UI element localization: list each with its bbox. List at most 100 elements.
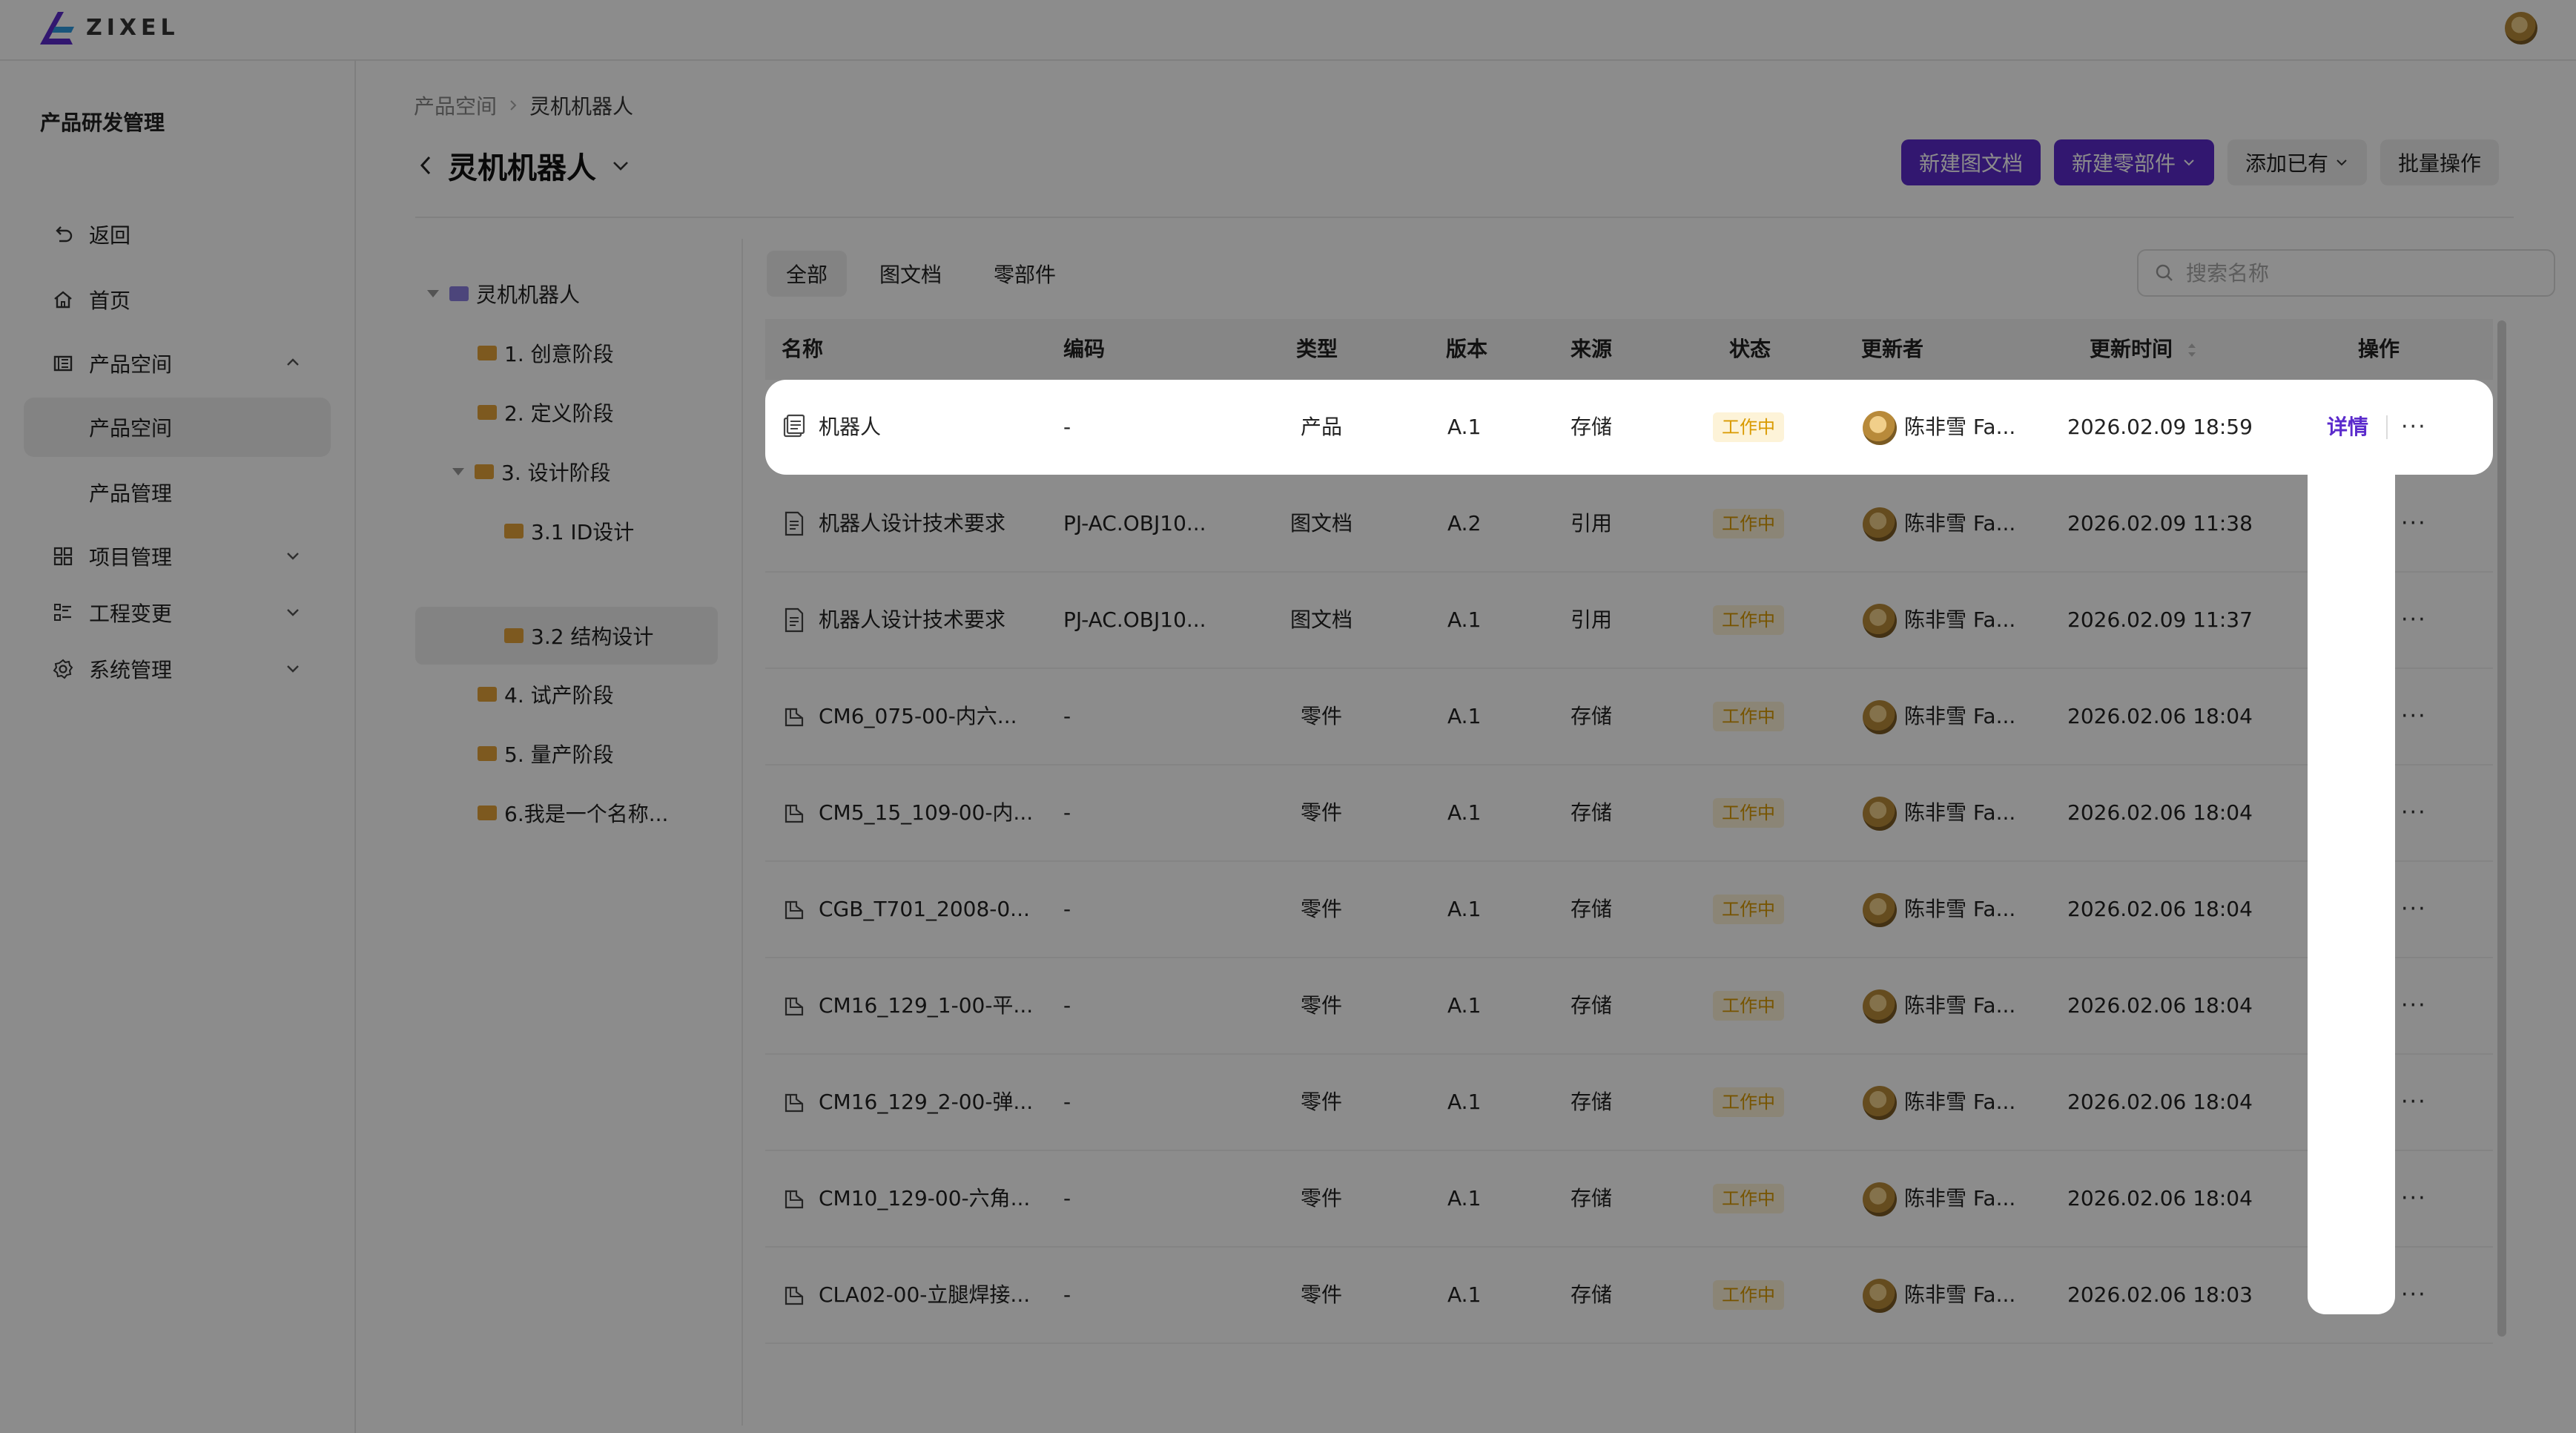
cell-time: 2026.02.06 18:04 bbox=[2067, 704, 2253, 728]
more-actions-icon[interactable]: ··· bbox=[2401, 1055, 2427, 1150]
sidebar-subitem-product-space[interactable]: 产品空间 bbox=[24, 398, 331, 457]
new-document-button[interactable]: 新建图文档 bbox=[1900, 139, 2041, 185]
column-header-time[interactable]: 更新时间 bbox=[2090, 319, 2199, 380]
chevron-down-icon[interactable] bbox=[283, 659, 303, 678]
tree-node-root[interactable]: 灵机机器人 bbox=[415, 270, 739, 317]
table-scrollbar[interactable] bbox=[2497, 320, 2506, 1337]
part-icon bbox=[782, 1185, 807, 1212]
sidebar-item-system-management[interactable]: 系统管理 bbox=[24, 639, 331, 699]
cell-name[interactable]: CLA02-00-立腿焊接... bbox=[819, 1248, 1030, 1343]
new-part-button[interactable]: 新建零部件 bbox=[2053, 139, 2214, 185]
tree-node[interactable]: 3.1 ID设计 bbox=[415, 507, 634, 555]
cell-name[interactable]: CGB_T701_2008-0... bbox=[819, 862, 1030, 957]
more-actions-icon[interactable]: ··· bbox=[2401, 958, 2427, 1053]
user-avatar[interactable] bbox=[2505, 12, 2537, 45]
chevron-down-icon[interactable] bbox=[283, 546, 303, 565]
status-badge: 工作中 bbox=[1713, 702, 1784, 731]
cell-name[interactable]: CM6_075-00-内六... bbox=[819, 669, 1017, 764]
filter-tabs: 全部 图文档 零部件 bbox=[767, 251, 1075, 297]
table-row[interactable]: 机器人设计技术要求 PJ-AC.OBJ10... 图文档 A.2 引用 工作中 陈非雪 Fa… bbox=[765, 476, 2493, 573]
chevron-up-icon[interactable] bbox=[283, 353, 303, 372]
header-actions: 新建图文档 新建零部件 添加已有 批量操作 bbox=[1900, 139, 2499, 185]
table-row[interactable]: CGB_T701_2008-0... - 零件 A.1 存储 工作中 陈非雪 Fa... 20… bbox=[765, 862, 2493, 958]
table-header: 名称 编码 类型 版本 来源 状态 更新者 更新时间 操作 bbox=[765, 319, 2493, 380]
batch-operation-button[interactable]: 批量操作 bbox=[2380, 139, 2499, 185]
more-actions-icon[interactable]: ··· bbox=[2401, 1151, 2427, 1246]
cell-name[interactable]: 机器人设计技术要求 bbox=[819, 573, 1005, 668]
add-existing-button[interactable]: 添加已有 bbox=[2227, 139, 2367, 185]
tab-documents[interactable]: 图文档 bbox=[860, 251, 961, 297]
tree-node[interactable]: 3. 设计阶段 bbox=[415, 448, 611, 495]
more-actions-icon[interactable]: ··· bbox=[2401, 669, 2427, 764]
status-badge: 工作中 bbox=[1713, 1280, 1784, 1310]
cell-source: 存储 bbox=[1571, 704, 1613, 728]
more-actions-icon[interactable]: ··· bbox=[2401, 862, 2427, 957]
cell-name[interactable]: 机器人设计技术要求 bbox=[819, 476, 1005, 571]
more-actions-icon[interactable]: ··· bbox=[2401, 573, 2427, 668]
part-icon bbox=[782, 1089, 807, 1116]
table-row[interactable]: CM16_129_1-00-平... - 零件 A.1 存储 工作中 陈非雪 Fa... 20… bbox=[765, 958, 2493, 1055]
cell-name[interactable]: CM10_129-00-六角... bbox=[819, 1151, 1030, 1246]
cell-code: - bbox=[1063, 1186, 1071, 1210]
tree-node[interactable]: 5. 量产阶段 bbox=[415, 730, 614, 777]
chevron-down-icon[interactable] bbox=[283, 602, 303, 622]
zixel-logo-icon[interactable] bbox=[33, 6, 80, 52]
tab-all[interactable]: 全部 bbox=[767, 251, 848, 297]
folder-icon bbox=[478, 405, 497, 420]
table-row[interactable]: 机器人 - 产品 A.1 存储 工作中 陈非雪 Fa... 2026.02.09 18:59 详… bbox=[765, 380, 2493, 475]
breadcrumb-root[interactable]: 产品空间 bbox=[414, 90, 497, 120]
cell-name[interactable]: CM16_129_1-00-平... bbox=[819, 958, 1033, 1053]
cell-name[interactable]: CM5_15_109-00-内... bbox=[819, 765, 1033, 860]
sidebar-item-label: 工程变更 bbox=[89, 602, 173, 626]
sidebar-item-home[interactable]: 首页 bbox=[24, 270, 331, 329]
sidebar-item-back[interactable]: 返回 bbox=[24, 205, 331, 264]
cell-type: 零件 bbox=[1300, 800, 1342, 825]
tree-node-label: 6.我是一个名称... bbox=[504, 802, 669, 826]
table-row[interactable]: CM10_129-00-六角... - 零件 A.1 存储 工作中 陈非雪 Fa... 202… bbox=[765, 1151, 2493, 1248]
cell-updater: 陈非雪 Fa... bbox=[1904, 1090, 2016, 1114]
status-badge: 工作中 bbox=[1713, 412, 1784, 442]
tree-node-selected[interactable]: 3.2 结构设计 bbox=[415, 607, 718, 665]
avatar bbox=[1863, 1086, 1897, 1120]
table-row[interactable]: CM5_15_109-00-内... - 零件 A.1 存储 工作中 陈非雪 Fa... 20… bbox=[765, 765, 2493, 862]
table-row[interactable]: 机器人设计技术要求 PJ-AC.OBJ10... 图文档 A.1 引用 工作中 陈非雪 Fa… bbox=[765, 573, 2493, 669]
tab-parts[interactable]: 零部件 bbox=[974, 251, 1075, 297]
cell-time: 2026.02.09 18:59 bbox=[2067, 415, 2253, 439]
tree-node[interactable]: 1. 创意阶段 bbox=[415, 329, 614, 377]
tree-node[interactable]: 2. 定义阶段 bbox=[415, 389, 614, 436]
table-row[interactable]: CM16_129_2-00-弹... - 零件 A.1 存储 工作中 陈非雪 Fa... 20… bbox=[765, 1055, 2493, 1151]
cell-updater: 陈非雪 Fa... bbox=[1904, 897, 2016, 921]
more-actions-icon[interactable]: ··· bbox=[2401, 1248, 2427, 1343]
cell-version: A.1 bbox=[1447, 897, 1482, 921]
search-box[interactable] bbox=[2137, 249, 2555, 297]
sidebar-subitem-product-management[interactable]: 产品管理 bbox=[24, 463, 331, 522]
gear-icon bbox=[50, 656, 76, 682]
tree-node[interactable]: 6.我是一个名称... bbox=[415, 789, 668, 837]
table-row[interactable]: CM6_075-00-内六... - 零件 A.1 存储 工作中 陈非雪 Fa... 2026… bbox=[765, 669, 2493, 765]
more-actions-icon[interactable]: ··· bbox=[2401, 476, 2427, 571]
sidebar-item-engineering-change[interactable]: 工程变更 bbox=[24, 583, 331, 642]
search-input[interactable] bbox=[2184, 260, 2529, 286]
breadcrumb: 产品空间 灵机机器人 bbox=[414, 90, 633, 120]
caret-down-icon[interactable] bbox=[452, 468, 464, 475]
back-arrow-icon[interactable] bbox=[417, 153, 435, 178]
tree-node[interactable]: 4. 试产阶段 bbox=[415, 671, 614, 718]
caret-down-icon[interactable] bbox=[427, 290, 439, 297]
brand-name: ZIXEL bbox=[86, 15, 179, 41]
more-actions-icon[interactable]: ··· bbox=[2401, 380, 2427, 475]
cell-version: A.1 bbox=[1447, 1186, 1482, 1210]
table-row[interactable]: CLA02-00-立腿焊接... - 零件 A.1 存储 工作中 陈非雪 Fa... 2026… bbox=[765, 1248, 2493, 1344]
column-header-label: 更新时间 bbox=[2090, 337, 2173, 361]
sort-icon[interactable] bbox=[2184, 340, 2199, 360]
chevron-down-icon[interactable] bbox=[610, 154, 632, 177]
sidebar-item-product-space[interactable]: 产品空间 bbox=[24, 334, 331, 393]
tree-node-label: 2. 定义阶段 bbox=[504, 401, 614, 426]
avatar bbox=[1863, 893, 1897, 927]
cell-time: 2026.02.06 18:04 bbox=[2067, 993, 2253, 1018]
sidebar-item-project-management[interactable]: 项目管理 bbox=[24, 527, 331, 586]
more-actions-icon[interactable]: ··· bbox=[2401, 765, 2427, 860]
status-badge: 工作中 bbox=[1713, 509, 1784, 538]
cell-name[interactable]: CM16_129_2-00-弹... bbox=[819, 1055, 1033, 1150]
cell-name[interactable]: 机器人 bbox=[819, 380, 881, 475]
folder-icon bbox=[504, 628, 524, 643]
